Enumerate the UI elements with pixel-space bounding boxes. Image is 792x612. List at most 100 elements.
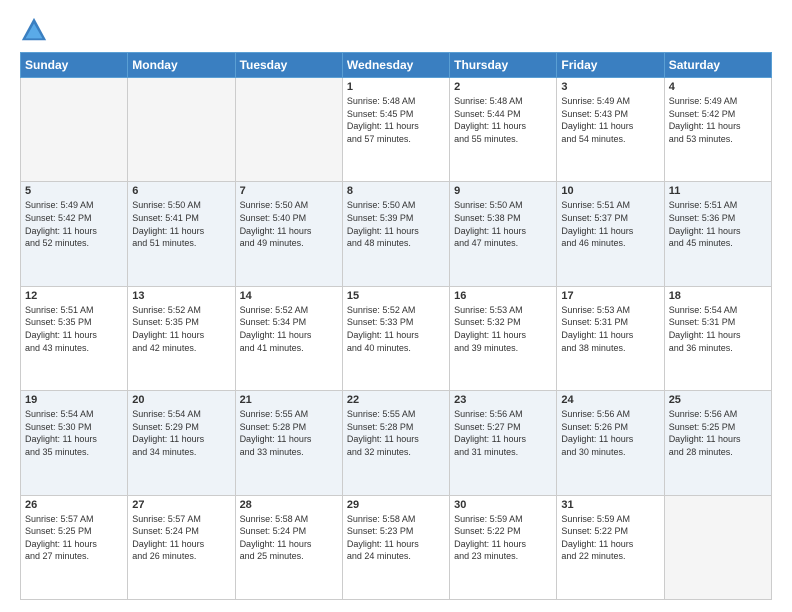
day-number: 23 — [454, 394, 552, 406]
calendar-week-row: 12 Sunrise: 5:51 AM Sunset: 5:35 PM Dayli… — [21, 286, 772, 390]
calendar-cell: 10Sunrise: 5:51 AM Sunset: 5:37 PM Dayli… — [557, 182, 664, 286]
day-info: Sunrise: 5:58 AM Sunset: 5:23 PM Dayligh… — [347, 513, 445, 563]
day-number: 26 — [25, 499, 123, 511]
day-header: Saturday — [664, 53, 771, 78]
calendar-header-row: SundayMondayTuesdayWednesdayThursdayFrid… — [21, 53, 772, 78]
day-number: 10 — [561, 185, 659, 197]
day-info: Sunrise: 5:49 AM Sunset: 5:42 PM Dayligh… — [25, 199, 123, 249]
day-number: 30 — [454, 499, 552, 511]
day-number: 15 — [347, 290, 445, 302]
day-info: Sunrise: 5:59 AM Sunset: 5:22 PM Dayligh… — [561, 513, 659, 563]
day-number: 18 — [669, 290, 767, 302]
day-info: Sunrise: 5:54 AM Sunset: 5:31 PM Dayligh… — [669, 304, 767, 354]
day-info: Sunrise: 5:50 AM Sunset: 5:40 PM Dayligh… — [240, 199, 338, 249]
calendar-cell: 30 Sunrise: 5:59 AM Sunset: 5:22 PM Dayli… — [450, 495, 557, 599]
calendar-cell: 15 Sunrise: 5:52 AM Sunset: 5:33 PM Dayli… — [342, 286, 449, 390]
day-number: 11 — [669, 185, 767, 197]
calendar-week-row: 19 Sunrise: 5:54 AM Sunset: 5:30 PM Dayli… — [21, 391, 772, 495]
calendar-cell: 6 Sunrise: 5:50 AM Sunset: 5:41 PM Daylig… — [128, 182, 235, 286]
logo-icon — [20, 16, 48, 44]
day-number: 2 — [454, 81, 552, 93]
day-header: Tuesday — [235, 53, 342, 78]
day-info: Sunrise: 5:53 AM Sunset: 5:31 PM Dayligh… — [561, 304, 659, 354]
calendar-cell: 18 Sunrise: 5:54 AM Sunset: 5:31 PM Dayli… — [664, 286, 771, 390]
day-info: Sunrise: 5:48 AM Sunset: 5:45 PM Dayligh… — [347, 95, 445, 145]
header — [20, 16, 772, 44]
day-info: Sunrise: 5:58 AM Sunset: 5:24 PM Dayligh… — [240, 513, 338, 563]
day-info: Sunrise: 5:49 AM Sunset: 5:43 PM Dayligh… — [561, 95, 659, 145]
calendar-cell — [21, 78, 128, 182]
day-info: Sunrise: 5:51 AM Sunset: 5:36 PM Dayligh… — [669, 199, 767, 249]
day-number: 8 — [347, 185, 445, 197]
day-info: Sunrise: 5:50 AM Sunset: 5:38 PM Dayligh… — [454, 199, 552, 249]
day-info: Sunrise: 5:51 AM Sunset: 5:35 PM Dayligh… — [25, 304, 123, 354]
calendar-week-row: 26 Sunrise: 5:57 AM Sunset: 5:25 PM Dayli… — [21, 495, 772, 599]
day-number: 13 — [132, 290, 230, 302]
day-info: Sunrise: 5:54 AM Sunset: 5:29 PM Dayligh… — [132, 408, 230, 458]
calendar-cell: 14 Sunrise: 5:52 AM Sunset: 5:34 PM Dayli… — [235, 286, 342, 390]
day-info: Sunrise: 5:50 AM Sunset: 5:39 PM Dayligh… — [347, 199, 445, 249]
calendar-table: SundayMondayTuesdayWednesdayThursdayFrid… — [20, 52, 772, 600]
day-number: 14 — [240, 290, 338, 302]
day-info: Sunrise: 5:52 AM Sunset: 5:35 PM Dayligh… — [132, 304, 230, 354]
day-info: Sunrise: 5:50 AM Sunset: 5:41 PM Dayligh… — [132, 199, 230, 249]
day-number: 27 — [132, 499, 230, 511]
day-info: Sunrise: 5:57 AM Sunset: 5:25 PM Dayligh… — [25, 513, 123, 563]
day-info: Sunrise: 5:53 AM Sunset: 5:32 PM Dayligh… — [454, 304, 552, 354]
calendar-cell: 3Sunrise: 5:49 AM Sunset: 5:43 PM Daylig… — [557, 78, 664, 182]
calendar-cell: 16 Sunrise: 5:53 AM Sunset: 5:32 PM Dayli… — [450, 286, 557, 390]
day-info: Sunrise: 5:52 AM Sunset: 5:33 PM Dayligh… — [347, 304, 445, 354]
day-number: 6 — [132, 185, 230, 197]
day-header: Friday — [557, 53, 664, 78]
day-header: Thursday — [450, 53, 557, 78]
calendar-cell: 1Sunrise: 5:48 AM Sunset: 5:45 PM Daylig… — [342, 78, 449, 182]
day-header: Wednesday — [342, 53, 449, 78]
day-info: Sunrise: 5:49 AM Sunset: 5:42 PM Dayligh… — [669, 95, 767, 145]
day-number: 12 — [25, 290, 123, 302]
calendar-cell: 17 Sunrise: 5:53 AM Sunset: 5:31 PM Dayli… — [557, 286, 664, 390]
day-number: 5 — [25, 185, 123, 197]
calendar-cell: 8 Sunrise: 5:50 AM Sunset: 5:39 PM Daylig… — [342, 182, 449, 286]
day-number: 21 — [240, 394, 338, 406]
day-info: Sunrise: 5:57 AM Sunset: 5:24 PM Dayligh… — [132, 513, 230, 563]
calendar-cell: 22 Sunrise: 5:55 AM Sunset: 5:28 PM Dayli… — [342, 391, 449, 495]
calendar-cell: 27 Sunrise: 5:57 AM Sunset: 5:24 PM Dayli… — [128, 495, 235, 599]
calendar-cell: 4 Sunrise: 5:49 AM Sunset: 5:42 PM Daylig… — [664, 78, 771, 182]
day-info: Sunrise: 5:59 AM Sunset: 5:22 PM Dayligh… — [454, 513, 552, 563]
calendar-cell: 24 Sunrise: 5:56 AM Sunset: 5:26 PM Dayli… — [557, 391, 664, 495]
page: SundayMondayTuesdayWednesdayThursdayFrid… — [0, 0, 792, 612]
day-info: Sunrise: 5:56 AM Sunset: 5:26 PM Dayligh… — [561, 408, 659, 458]
day-info: Sunrise: 5:55 AM Sunset: 5:28 PM Dayligh… — [240, 408, 338, 458]
calendar-cell — [235, 78, 342, 182]
calendar-cell: 2Sunrise: 5:48 AM Sunset: 5:44 PM Daylig… — [450, 78, 557, 182]
day-number: 19 — [25, 394, 123, 406]
day-number: 22 — [347, 394, 445, 406]
day-info: Sunrise: 5:52 AM Sunset: 5:34 PM Dayligh… — [240, 304, 338, 354]
calendar-cell: 5 Sunrise: 5:49 AM Sunset: 5:42 PM Daylig… — [21, 182, 128, 286]
day-number: 25 — [669, 394, 767, 406]
calendar-cell: 26 Sunrise: 5:57 AM Sunset: 5:25 PM Dayli… — [21, 495, 128, 599]
day-number: 17 — [561, 290, 659, 302]
calendar-week-row: 1Sunrise: 5:48 AM Sunset: 5:45 PM Daylig… — [21, 78, 772, 182]
calendar-cell: 7Sunrise: 5:50 AM Sunset: 5:40 PM Daylig… — [235, 182, 342, 286]
calendar-cell: 11 Sunrise: 5:51 AM Sunset: 5:36 PM Dayli… — [664, 182, 771, 286]
calendar-week-row: 5 Sunrise: 5:49 AM Sunset: 5:42 PM Daylig… — [21, 182, 772, 286]
day-number: 16 — [454, 290, 552, 302]
day-header: Monday — [128, 53, 235, 78]
calendar-cell: 29 Sunrise: 5:58 AM Sunset: 5:23 PM Dayli… — [342, 495, 449, 599]
day-number: 24 — [561, 394, 659, 406]
calendar-cell: 12 Sunrise: 5:51 AM Sunset: 5:35 PM Dayli… — [21, 286, 128, 390]
calendar-cell — [664, 495, 771, 599]
day-number: 9 — [454, 185, 552, 197]
day-number: 28 — [240, 499, 338, 511]
calendar-cell: 20Sunrise: 5:54 AM Sunset: 5:29 PM Dayli… — [128, 391, 235, 495]
day-info: Sunrise: 5:54 AM Sunset: 5:30 PM Dayligh… — [25, 408, 123, 458]
calendar-cell: 19 Sunrise: 5:54 AM Sunset: 5:30 PM Dayli… — [21, 391, 128, 495]
day-number: 4 — [669, 81, 767, 93]
calendar-cell: 13 Sunrise: 5:52 AM Sunset: 5:35 PM Dayli… — [128, 286, 235, 390]
calendar-cell — [128, 78, 235, 182]
day-info: Sunrise: 5:56 AM Sunset: 5:27 PM Dayligh… — [454, 408, 552, 458]
day-info: Sunrise: 5:56 AM Sunset: 5:25 PM Dayligh… — [669, 408, 767, 458]
day-info: Sunrise: 5:55 AM Sunset: 5:28 PM Dayligh… — [347, 408, 445, 458]
day-number: 29 — [347, 499, 445, 511]
